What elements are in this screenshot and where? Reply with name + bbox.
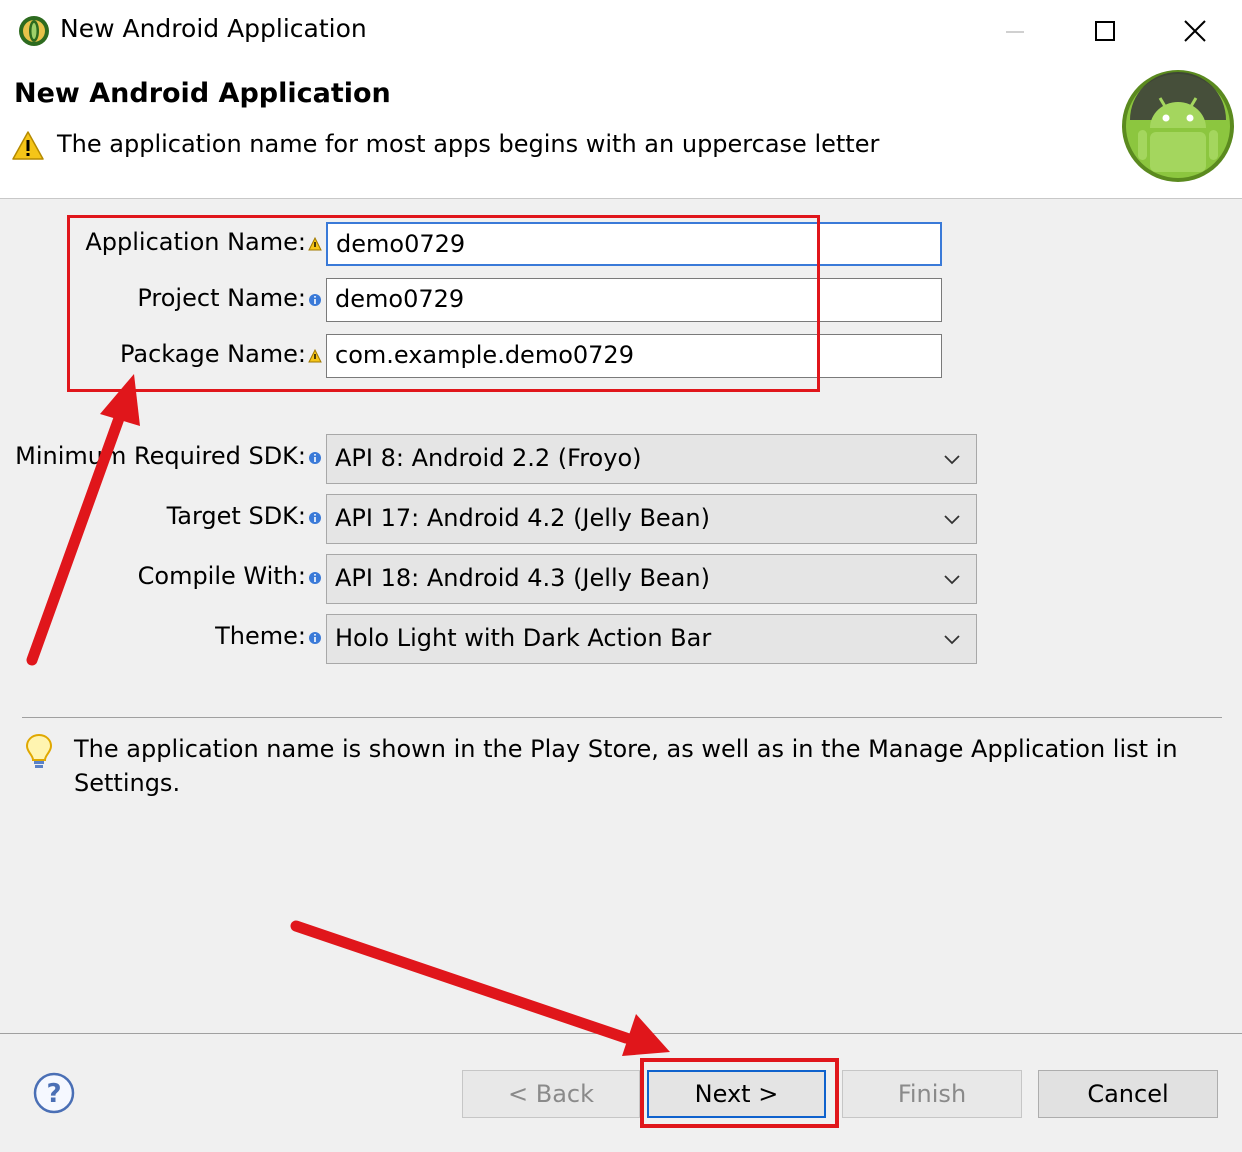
compile-with-select[interactable]: API 18: Android 4.3 (Jelly Bean) [326, 554, 977, 604]
back-button[interactable]: < Back [462, 1070, 640, 1118]
theme-label: Theme: [215, 622, 306, 650]
help-icon[interactable]: ? [32, 1071, 76, 1115]
target-sdk-label: Target SDK: [166, 502, 306, 530]
target-sdk-select[interactable]: API 17: Android 4.2 (Jelly Bean) [326, 494, 977, 544]
chevron-down-icon [944, 455, 960, 465]
info-decoration-icon [309, 452, 321, 464]
chevron-down-icon [944, 575, 960, 585]
android-logo-icon [1122, 70, 1234, 182]
info-decoration-icon [309, 512, 321, 524]
compile-with-label: Compile With: [137, 562, 306, 590]
eclipse-app-icon [19, 16, 49, 46]
finish-button[interactable]: Finish [842, 1070, 1022, 1118]
info-decoration-icon [309, 572, 321, 584]
min-sdk-select[interactable]: API 8: Android 2.2 (Froyo) [326, 434, 977, 484]
chevron-down-icon [944, 635, 960, 645]
theme-select[interactable]: Holo Light with Dark Action Bar [326, 614, 977, 664]
chevron-down-icon [944, 515, 960, 525]
maximize-button[interactable] [1082, 8, 1128, 54]
cancel-button[interactable]: Cancel [1038, 1070, 1218, 1118]
close-button[interactable] [1172, 8, 1218, 54]
close-icon [1184, 20, 1206, 42]
target-sdk-value: API 17: Android 4.2 (Jelly Bean) [335, 504, 710, 532]
theme-value: Holo Light with Dark Action Bar [335, 624, 712, 652]
separator [22, 717, 1222, 718]
window-title: New Android Application [60, 14, 367, 43]
annotation-arrow-head [622, 1014, 670, 1056]
maximize-icon [1095, 21, 1115, 41]
minimize-icon [1006, 31, 1024, 33]
header-message: The application name for most apps begin… [57, 130, 880, 158]
info-decoration-icon [309, 632, 321, 644]
annotation-highlight-box [640, 1058, 839, 1128]
annotation-arrow-shaft [290, 920, 632, 1044]
page-heading: New Android Application [14, 78, 391, 109]
lightbulb-icon [25, 733, 53, 768]
annotation-highlight-box [67, 215, 820, 392]
hint-text: The application name is shown in the Pla… [74, 735, 1178, 797]
separator [0, 1033, 1242, 1034]
svg-text:?: ? [46, 1079, 61, 1109]
min-sdk-label: Minimum Required SDK: [15, 442, 306, 470]
compile-with-value: API 18: Android 4.3 (Jelly Bean) [335, 564, 710, 592]
warning-icon [12, 131, 44, 160]
minimize-button[interactable] [992, 8, 1038, 54]
min-sdk-value: API 8: Android 2.2 (Froyo) [335, 444, 642, 472]
